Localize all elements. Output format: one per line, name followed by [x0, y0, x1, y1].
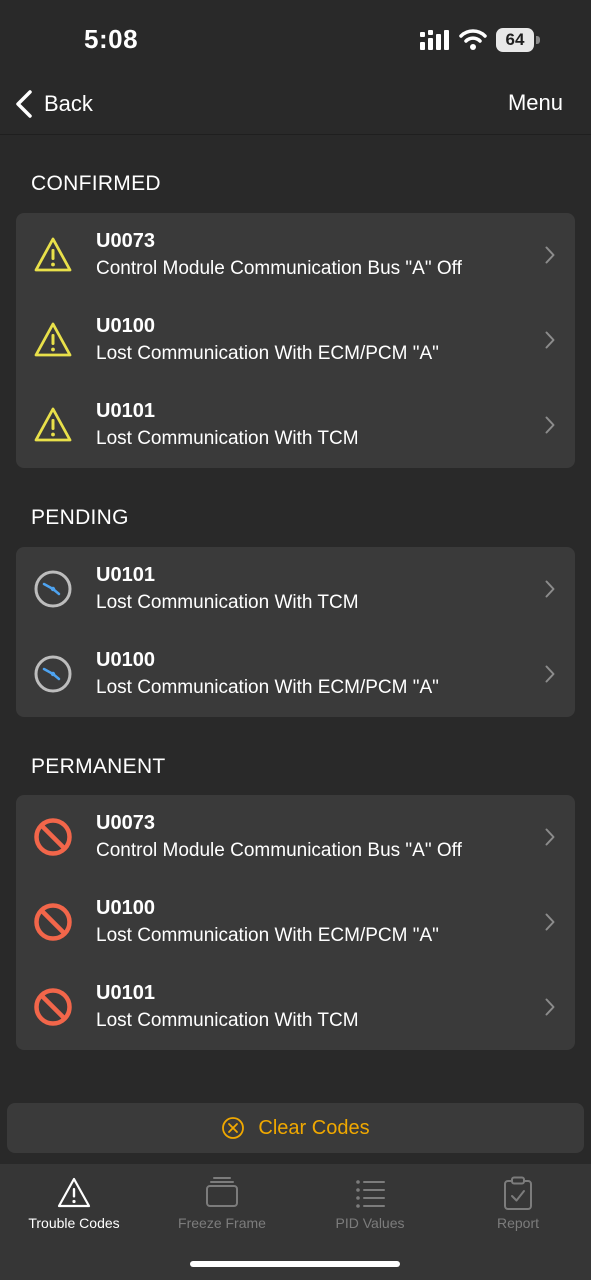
tab-trouble-codes[interactable]: Trouble Codes	[0, 1164, 148, 1244]
chevron-right-icon	[545, 913, 555, 931]
chevron-right-icon	[545, 246, 555, 264]
clear-codes-label: Clear Codes	[258, 1116, 370, 1139]
back-label: Back	[44, 91, 93, 116]
back-button[interactable]: Back	[14, 86, 93, 122]
warning-icon	[57, 1177, 91, 1208]
clear-circle-x-icon	[222, 1117, 245, 1139]
confirmed-codes-list: U0073 Control Module Communication Bus "…	[16, 213, 575, 468]
clipboard-icon	[504, 1176, 532, 1210]
status-bar: 5:08 64	[0, 0, 591, 80]
prohibited-icon	[34, 988, 72, 1026]
navigation-bar: Back Menu	[0, 80, 591, 135]
list-icon	[356, 1180, 385, 1208]
trouble-code-description: Lost Communication With TCM	[96, 428, 359, 449]
list-item[interactable]: U0100 Lost Communication With ECM/PCM "A…	[16, 632, 575, 717]
prohibited-icon	[34, 903, 72, 941]
clock-icon	[34, 570, 72, 608]
list-item[interactable]: U0101 Lost Communication With TCM	[16, 383, 575, 468]
list-item[interactable]: U0101 Lost Communication With TCM	[16, 547, 575, 632]
section-title-permanent: PERMANENT	[31, 755, 166, 778]
list-item[interactable]: U0073 Control Module Communication Bus "…	[16, 213, 575, 298]
tab-label: Report	[496, 1215, 540, 1231]
home-indicator	[190, 1261, 400, 1267]
chevron-right-icon	[545, 331, 555, 349]
status-time: 5:08	[84, 24, 139, 54]
permanent-codes-list: U0073 Control Module Communication Bus "…	[16, 795, 575, 1050]
battery-icon: 64	[496, 28, 540, 52]
trouble-code-description: Lost Communication With TCM	[96, 592, 359, 613]
trouble-code: U0101	[96, 564, 155, 586]
clear-codes-button[interactable]: Clear Codes	[7, 1103, 584, 1153]
list-item[interactable]: U0073 Control Module Communication Bus "…	[16, 795, 575, 880]
tab-report[interactable]: Report	[444, 1164, 591, 1244]
list-item[interactable]: U0100 Lost Communication With ECM/PCM "A…	[16, 880, 575, 965]
warning-icon	[34, 407, 72, 442]
menu-button[interactable]: Menu	[508, 90, 563, 116]
list-item[interactable]: U0100 Lost Communication With ECM/PCM "A…	[16, 298, 575, 383]
warning-icon	[34, 322, 72, 357]
trouble-code: U0100	[96, 315, 155, 337]
layers-icon	[206, 1177, 238, 1207]
trouble-code: U0101	[96, 400, 155, 422]
trouble-code: U0100	[96, 897, 155, 919]
trouble-code-description: Lost Communication With ECM/PCM "A"	[96, 343, 439, 364]
tab-freeze-frame[interactable]: Freeze Frame	[148, 1164, 296, 1244]
trouble-code: U0101	[96, 982, 155, 1004]
trouble-code: U0073	[96, 230, 155, 252]
trouble-code-description: Lost Communication With ECM/PCM "A"	[96, 925, 439, 946]
tab-pid-values[interactable]: PID Values	[296, 1164, 444, 1244]
chevron-right-icon	[545, 416, 555, 434]
cellular-signal-icon	[420, 30, 449, 50]
trouble-code: U0100	[96, 649, 155, 671]
chevron-right-icon	[545, 828, 555, 846]
chevron-right-icon	[545, 580, 555, 598]
section-title-confirmed: CONFIRMED	[31, 172, 161, 195]
chevron-left-icon	[16, 90, 32, 118]
prohibited-icon	[34, 818, 72, 856]
list-item[interactable]: U0101 Lost Communication With TCM	[16, 965, 575, 1050]
trouble-code-description: Control Module Communication Bus "A" Off	[96, 258, 462, 279]
clock-icon	[34, 655, 72, 693]
tab-label: Freeze Frame	[178, 1215, 266, 1231]
pending-codes-list: U0101 Lost Communication With TCM U0100 …	[16, 547, 575, 717]
tab-label: Trouble Codes	[28, 1215, 120, 1231]
section-title-pending: PENDING	[31, 506, 129, 529]
tab-label: PID Values	[335, 1215, 405, 1231]
trouble-code-description: Lost Communication With ECM/PCM "A"	[96, 677, 439, 698]
trouble-code-description: Lost Communication With TCM	[96, 1010, 359, 1031]
trouble-code: U0073	[96, 812, 155, 834]
warning-icon	[34, 237, 72, 272]
wifi-icon	[459, 29, 487, 50]
chevron-right-icon	[545, 665, 555, 683]
chevron-right-icon	[545, 998, 555, 1016]
battery-level: 64	[505, 30, 525, 49]
trouble-code-description: Control Module Communication Bus "A" Off	[96, 840, 462, 861]
